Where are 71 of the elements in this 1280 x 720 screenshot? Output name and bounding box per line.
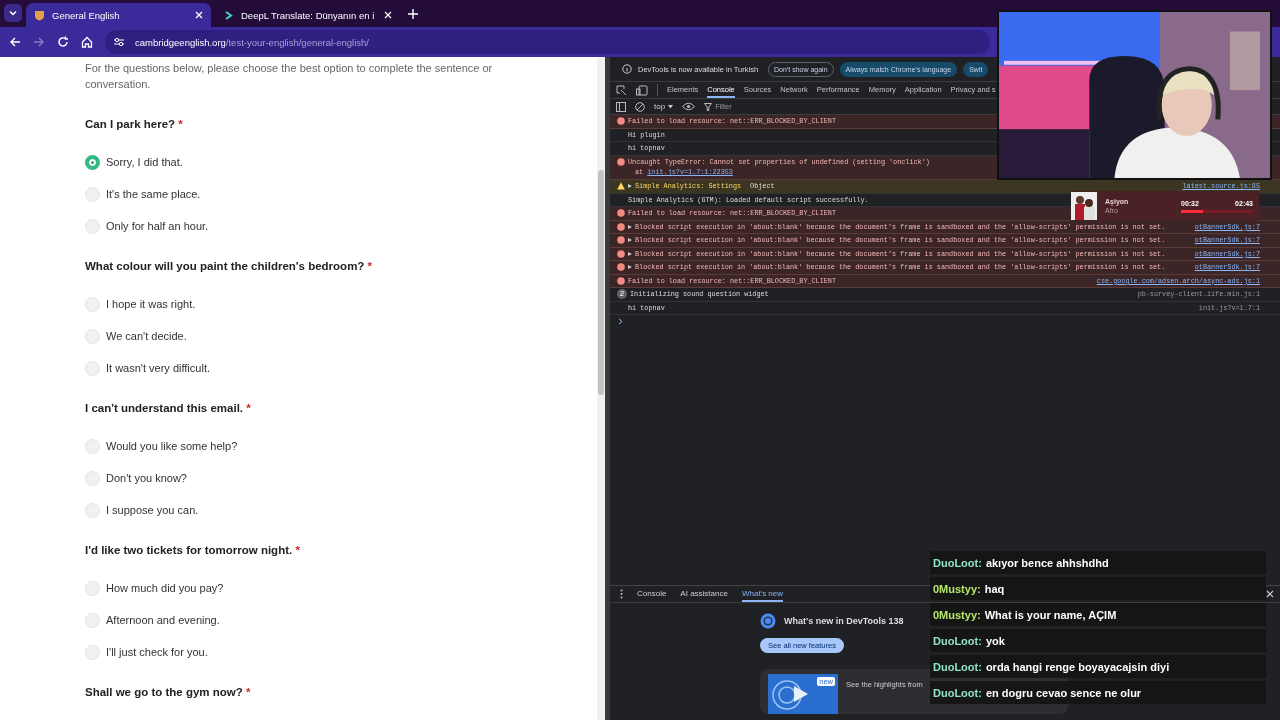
- chevron-down-icon: [8, 8, 18, 18]
- drawer-tab[interactable]: AI assistance: [680, 586, 728, 602]
- option-label[interactable]: Would you like some help?: [106, 440, 238, 452]
- error-icon: [617, 157, 625, 166]
- tab-title: DeepL Translate: Dünyanın en i: [241, 9, 376, 21]
- play-icon: [794, 686, 808, 702]
- address-field[interactable]: cambridgeenglish.org/test-your-english/general-english/: [105, 30, 990, 54]
- error-icon: [617, 117, 625, 126]
- chevron-icon: [223, 9, 234, 21]
- device-icon[interactable]: [636, 84, 648, 96]
- question-text: Can I park here? *: [85, 118, 184, 130]
- question-text: Shall we go to the gym now? *: [85, 686, 252, 698]
- option-label[interactable]: Afternoon and evening.: [106, 614, 220, 626]
- option-label[interactable]: I'll just check for you.: [106, 646, 208, 658]
- chat-username: DuoLoot:: [933, 556, 982, 569]
- chat-username: 0Mustyy:: [933, 582, 981, 595]
- scrollbar-thumb[interactable]: [598, 170, 604, 395]
- option-label[interactable]: I suppose you can.: [106, 504, 199, 516]
- option-label[interactable]: How much did you pay?: [106, 582, 224, 594]
- count-badge: 2: [617, 289, 627, 300]
- option-label[interactable]: Don't you know?: [106, 472, 187, 484]
- drawer-tab[interactable]: What's new: [741, 586, 784, 602]
- option-label[interactable]: I hope it was right.: [106, 298, 196, 310]
- instructions-text: For the questions below, please choose the best option to complete the sentence or conversation.: [85, 61, 494, 92]
- chat-username: DuoLoot:: [933, 634, 982, 647]
- chat-username: 0Mustyy:: [933, 608, 981, 621]
- expand-icon[interactable]: [628, 265, 632, 270]
- expand-icon[interactable]: [628, 238, 632, 243]
- url-text: cambridgeenglish.org/test-your-english/general-english/: [135, 36, 369, 48]
- option-label[interactable]: It's the same place.: [106, 188, 201, 200]
- expand-icon[interactable]: [628, 224, 632, 229]
- expand-icon[interactable]: [628, 184, 632, 189]
- option-label[interactable]: Only for half an hour.: [106, 220, 209, 232]
- tab-title: General English: [52, 9, 121, 21]
- browser-tab[interactable]: DeepL Translate: Dünyanın en i: [215, 3, 400, 27]
- option-label[interactable]: Sorry, I did that.: [106, 156, 183, 168]
- more-icon[interactable]: [620, 589, 623, 599]
- option-label[interactable]: It wasn't very difficult.: [106, 362, 210, 374]
- inspect-icon[interactable]: [616, 84, 627, 96]
- eye-icon[interactable]: [682, 102, 696, 111]
- forward-icon[interactable]: [33, 36, 45, 48]
- chat-text: akıyor bence ahhshdhd: [985, 556, 1109, 569]
- clear-icon[interactable]: [635, 101, 645, 112]
- context-dropdown[interactable]: top: [654, 102, 674, 111]
- chrome-icon: [760, 613, 776, 629]
- chat-text: yok: [985, 634, 1005, 647]
- back-icon[interactable]: [9, 36, 21, 48]
- drawer-tab[interactable]: Console: [637, 586, 667, 602]
- chat-username: DuoLoot:: [933, 686, 982, 699]
- rings-drawing: [772, 680, 802, 710]
- reload-icon[interactable]: [57, 36, 69, 48]
- whats-new-title: What's new in DevTools 138: [784, 616, 904, 626]
- browser-tab[interactable]: General English: [26, 3, 211, 27]
- home-icon[interactable]: [81, 36, 93, 48]
- warning-icon: [617, 182, 625, 191]
- shield-icon: [34, 9, 45, 21]
- question-text: I can't understand this email. *: [85, 402, 252, 414]
- new-tab-icon[interactable]: [408, 9, 418, 19]
- tab-search-button[interactable]: [4, 4, 22, 22]
- chat-text: haq: [984, 582, 1005, 595]
- radio-button[interactable]: [85, 154, 100, 170]
- question-text: I'd like two tickets for tomorrow night. *: [85, 544, 301, 556]
- site-settings-icon: [113, 37, 125, 47]
- expand-icon[interactable]: [628, 251, 632, 256]
- question-text: What colour will you paint the children's bedroom? *: [85, 260, 374, 272]
- caret-icon: [668, 104, 674, 109]
- option-label[interactable]: We can't decide.: [106, 330, 187, 342]
- chat-text: What is your name, AÇIM: [984, 608, 1117, 621]
- info-icon: [622, 64, 632, 74]
- filter-icon: [704, 102, 713, 111]
- sidebar-icon[interactable]: [616, 101, 626, 112]
